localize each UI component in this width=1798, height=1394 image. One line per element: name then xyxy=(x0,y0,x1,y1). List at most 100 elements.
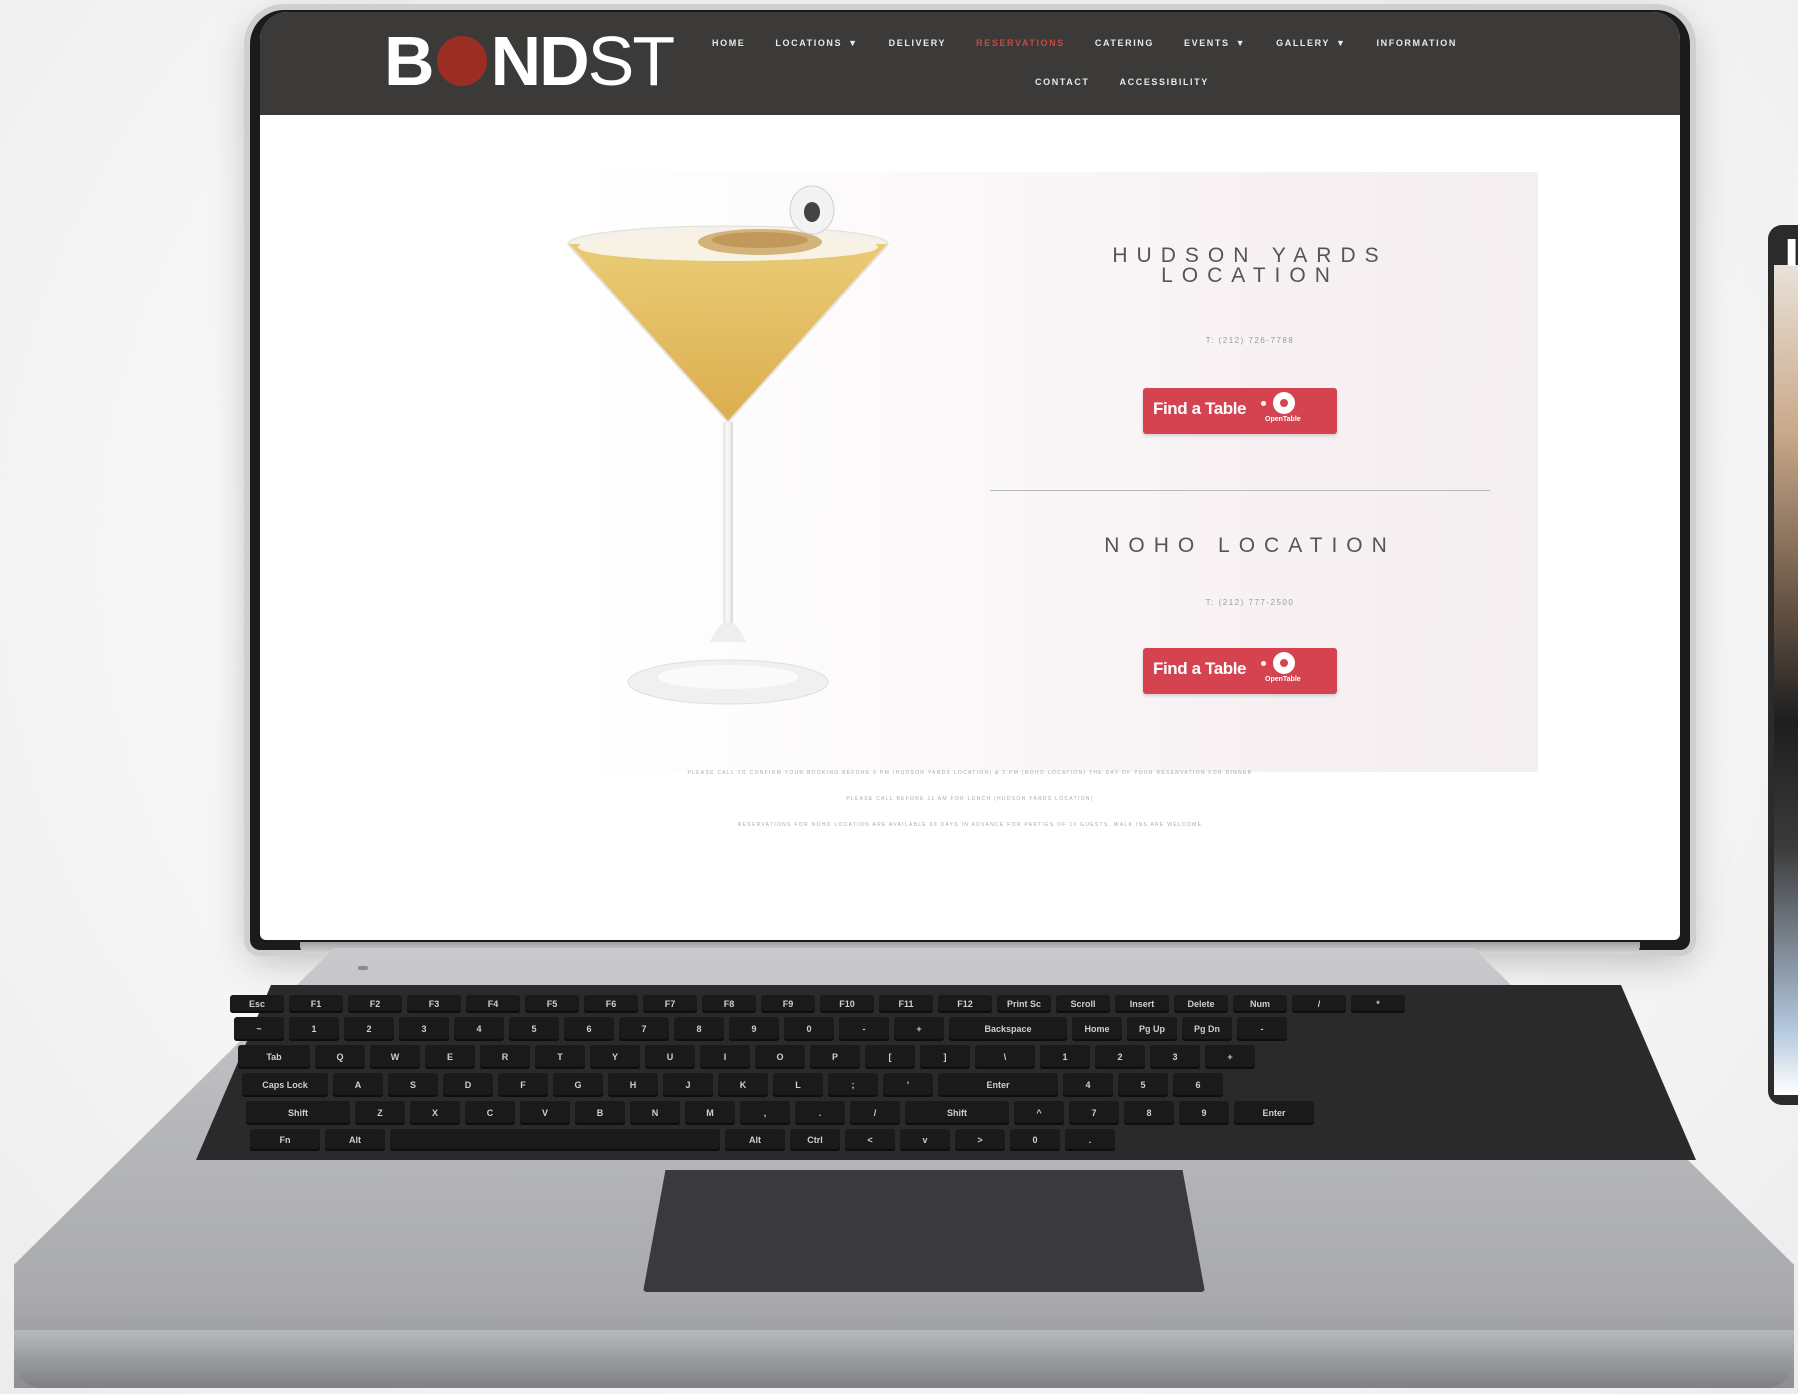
keyboard-key[interactable]: - xyxy=(839,1017,889,1041)
keyboard-key[interactable]: v xyxy=(900,1129,950,1151)
keyboard-key[interactable]: Scroll xyxy=(1056,995,1110,1013)
keyboard-key[interactable]: 2 xyxy=(344,1017,394,1041)
find-table-button-hudson-yards[interactable]: Find a Table OpenTable xyxy=(1143,388,1337,434)
keyboard-key[interactable]: S xyxy=(388,1073,438,1097)
keyboard-key[interactable]: F4 xyxy=(466,995,520,1013)
keyboard-key[interactable]: A xyxy=(333,1073,383,1097)
keyboard-key[interactable]: 8 xyxy=(1124,1101,1174,1125)
keyboard-key[interactable]: F xyxy=(498,1073,548,1097)
keyboard-key[interactable]: Print Sc xyxy=(997,995,1051,1013)
keyboard-key[interactable]: 7 xyxy=(1069,1101,1119,1125)
keyboard-key[interactable] xyxy=(390,1129,720,1151)
nav-item-delivery[interactable]: DELIVERY xyxy=(889,38,946,48)
keyboard-key[interactable]: F5 xyxy=(525,995,579,1013)
site-logo[interactable]: B ND ST xyxy=(384,26,675,96)
keyboard-key[interactable]: 5 xyxy=(509,1017,559,1041)
phone-noho[interactable]: T: (212) 777-2500 xyxy=(990,598,1510,607)
keyboard-key[interactable]: . xyxy=(795,1101,845,1125)
keyboard-key[interactable]: 6 xyxy=(1173,1073,1223,1097)
keyboard-key[interactable]: F1 xyxy=(289,995,343,1013)
touchpad[interactable] xyxy=(643,1170,1205,1292)
keyboard-key[interactable]: F11 xyxy=(879,995,933,1013)
keyboard-key[interactable]: H xyxy=(608,1073,658,1097)
phone-hudson-yards[interactable]: T: (212) 726-7788 xyxy=(990,336,1510,345)
keyboard-key[interactable]: R xyxy=(480,1045,530,1069)
keyboard-key[interactable]: Shift xyxy=(905,1101,1009,1125)
keyboard-key[interactable]: F12 xyxy=(938,995,992,1013)
keyboard-key[interactable]: J xyxy=(663,1073,713,1097)
keyboard-key[interactable]: 4 xyxy=(454,1017,504,1041)
keyboard-key[interactable]: T xyxy=(535,1045,585,1069)
keyboard-key[interactable]: F2 xyxy=(348,995,402,1013)
keyboard-key[interactable]: Enter xyxy=(938,1073,1058,1097)
keyboard-key[interactable]: Ctrl xyxy=(790,1129,840,1151)
keyboard-key[interactable]: . xyxy=(1065,1129,1115,1151)
keyboard-key[interactable]: 0 xyxy=(1010,1129,1060,1151)
nav-item-gallery[interactable]: GALLERY ▼ xyxy=(1276,38,1346,48)
keyboard-key[interactable]: F9 xyxy=(761,995,815,1013)
keyboard-key[interactable]: Delete xyxy=(1174,995,1228,1013)
nav-item-contact[interactable]: CONTACT xyxy=(1035,77,1090,87)
keyboard-key[interactable]: Pg Up xyxy=(1127,1017,1177,1041)
keyboard-key[interactable]: Pg Dn xyxy=(1182,1017,1232,1041)
nav-item-locations[interactable]: LOCATIONS ▼ xyxy=(775,38,858,48)
keyboard-key[interactable]: F7 xyxy=(643,995,697,1013)
keyboard-key[interactable]: Caps Lock xyxy=(242,1073,328,1097)
nav-item-reservations[interactable]: RESERVATIONS xyxy=(976,38,1065,48)
keyboard-key[interactable]: B xyxy=(575,1101,625,1125)
keyboard-key[interactable]: , xyxy=(740,1101,790,1125)
keyboard-key[interactable]: N xyxy=(630,1101,680,1125)
keyboard-key[interactable]: P xyxy=(810,1045,860,1069)
keyboard-key[interactable]: O xyxy=(755,1045,805,1069)
keyboard-key[interactable]: * xyxy=(1351,995,1405,1013)
keyboard-key[interactable]: F10 xyxy=(820,995,874,1013)
keyboard-key[interactable]: ^ xyxy=(1014,1101,1064,1125)
keyboard-key[interactable]: Tab xyxy=(238,1045,310,1069)
keyboard-key[interactable]: Enter xyxy=(1234,1101,1314,1125)
keyboard-key[interactable]: C xyxy=(465,1101,515,1125)
keyboard-key[interactable]: 2 xyxy=(1095,1045,1145,1069)
keyboard-key[interactable]: I xyxy=(700,1045,750,1069)
keyboard-key[interactable]: X xyxy=(410,1101,460,1125)
keyboard-key[interactable]: W xyxy=(370,1045,420,1069)
keyboard-key[interactable]: Fn xyxy=(250,1129,320,1151)
keyboard-key[interactable]: L xyxy=(773,1073,823,1097)
keyboard-key[interactable]: Q xyxy=(315,1045,365,1069)
keyboard-key[interactable]: 9 xyxy=(1179,1101,1229,1125)
nav-item-home[interactable]: HOME xyxy=(712,38,745,48)
keyboard-key[interactable]: E xyxy=(425,1045,475,1069)
keyboard-key[interactable]: 7 xyxy=(619,1017,669,1041)
keyboard-key[interactable]: ~ xyxy=(234,1017,284,1041)
nav-item-events[interactable]: EVENTS ▼ xyxy=(1184,38,1246,48)
keyboard-key[interactable]: 3 xyxy=(399,1017,449,1041)
keyboard-key[interactable]: Esc xyxy=(230,995,284,1013)
keyboard-key[interactable]: / xyxy=(850,1101,900,1125)
keyboard-key[interactable]: M xyxy=(685,1101,735,1125)
keyboard-key[interactable]: - xyxy=(1237,1017,1287,1041)
nav-item-information[interactable]: INFORMATION xyxy=(1377,38,1457,48)
keyboard-key[interactable]: ] xyxy=(920,1045,970,1069)
keyboard-key[interactable]: 9 xyxy=(729,1017,779,1041)
keyboard-key[interactable]: F3 xyxy=(407,995,461,1013)
keyboard-key[interactable]: / xyxy=(1292,995,1346,1013)
keyboard-key[interactable]: 4 xyxy=(1063,1073,1113,1097)
keyboard-key[interactable]: ' xyxy=(883,1073,933,1097)
keyboard-key[interactable]: > xyxy=(955,1129,1005,1151)
keyboard-key[interactable]: 0 xyxy=(784,1017,834,1041)
keyboard-key[interactable]: < xyxy=(845,1129,895,1151)
keyboard-key[interactable]: 1 xyxy=(1040,1045,1090,1069)
nav-item-accessibility[interactable]: ACCESSIBILITY xyxy=(1120,77,1209,87)
keyboard-key[interactable]: F6 xyxy=(584,995,638,1013)
find-table-button-noho[interactable]: Find a Table OpenTable xyxy=(1143,648,1337,694)
keyboard-key[interactable]: Shift xyxy=(246,1101,350,1125)
keyboard-key[interactable]: U xyxy=(645,1045,695,1069)
keyboard-key[interactable]: V xyxy=(520,1101,570,1125)
keyboard-key[interactable]: Y xyxy=(590,1045,640,1069)
keyboard-key[interactable]: F8 xyxy=(702,995,756,1013)
keyboard-key[interactable]: 6 xyxy=(564,1017,614,1041)
keyboard-key[interactable]: [ xyxy=(865,1045,915,1069)
keyboard-key[interactable]: Alt xyxy=(325,1129,385,1151)
keyboard-key[interactable]: Insert xyxy=(1115,995,1169,1013)
keyboard-key[interactable]: 1 xyxy=(289,1017,339,1041)
keyboard-key[interactable]: Z xyxy=(355,1101,405,1125)
